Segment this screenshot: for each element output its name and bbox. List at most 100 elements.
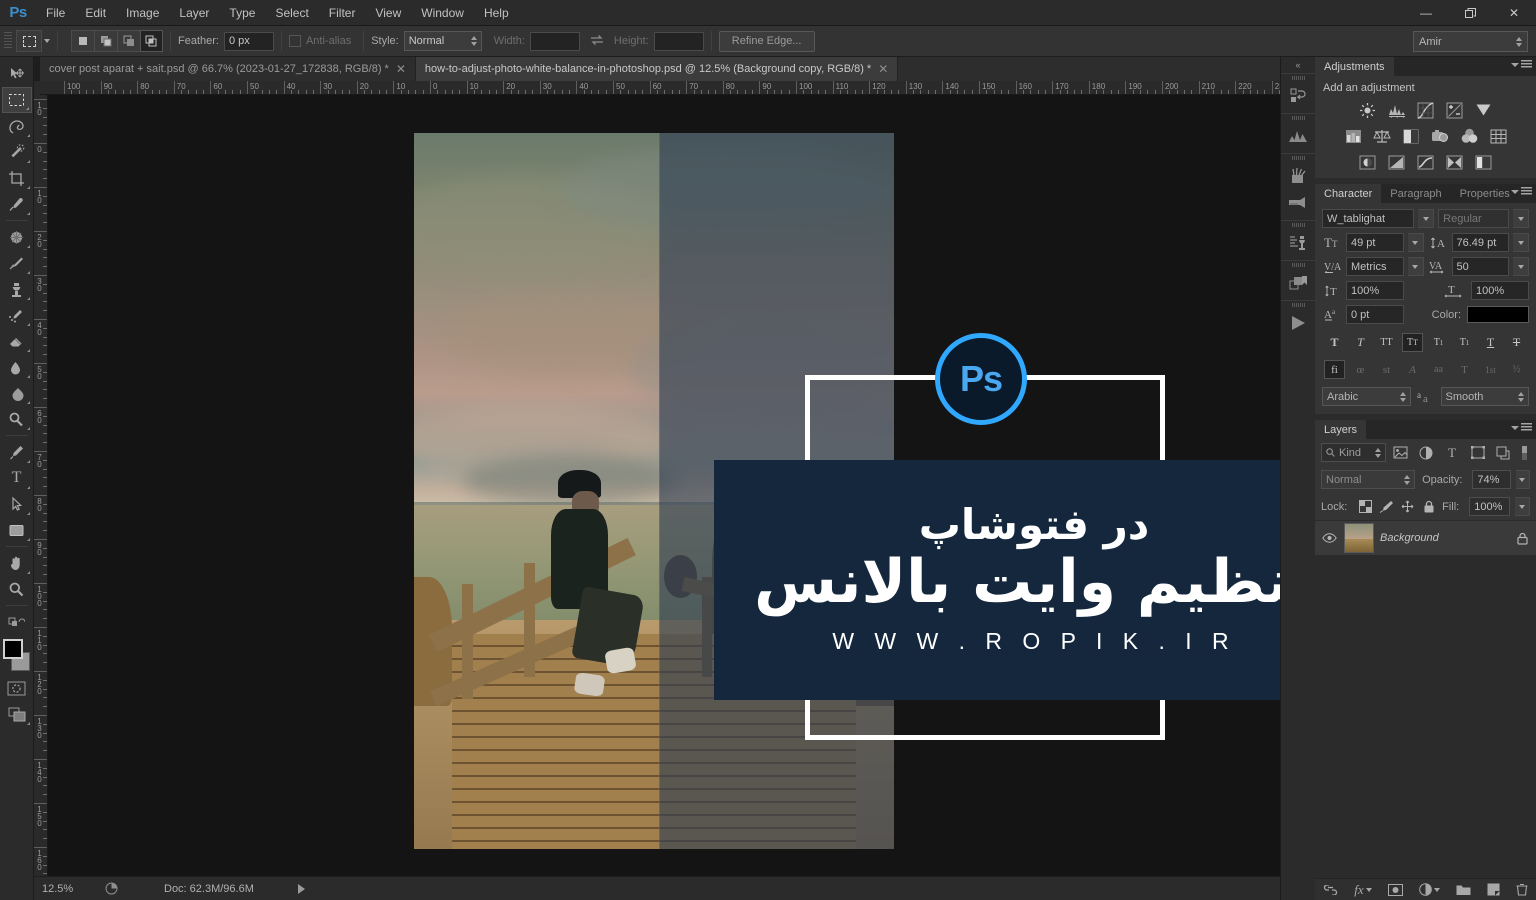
dock-grip-icon[interactable] [1291, 303, 1305, 307]
faux-bold-button[interactable]: T [1324, 333, 1345, 352]
clone-stamp-tool[interactable] [2, 276, 32, 302]
all-caps-button[interactable]: TT [1376, 333, 1397, 352]
gradient-tool[interactable] [2, 354, 32, 380]
adjustments-panel-menu-button[interactable] [1511, 60, 1532, 69]
leading-input[interactable]: 76.49 pt [1451, 233, 1509, 252]
dock-grip-icon[interactable] [1291, 156, 1305, 160]
blur-tool[interactable] [2, 380, 32, 406]
opacity-chevron-icon[interactable] [1515, 470, 1530, 489]
tracking-chevron-icon[interactable] [1513, 257, 1529, 276]
zoom-level[interactable]: 12.5% [42, 883, 98, 895]
horizontal-ruler[interactable]: 100 90 80 70 60 50 40 30 20 10 0 10 20 30 40 50 60 70 80 90… [40, 81, 1280, 95]
layer-row-background[interactable]: Background [1315, 520, 1536, 556]
new-layer-icon[interactable] [1487, 883, 1500, 896]
swap-dimensions-icon[interactable] [590, 34, 604, 49]
toggle-filter-icon[interactable] [1518, 443, 1530, 462]
tool-preset-picker[interactable] [16, 30, 42, 52]
tab-adjustments[interactable]: Adjustments [1315, 57, 1394, 76]
underline-button[interactable]: T [1480, 333, 1501, 352]
tab-paragraph[interactable]: Paragraph [1381, 184, 1451, 203]
options-bar-grip-icon[interactable] [4, 32, 12, 50]
anti-alias-checkbox[interactable] [288, 35, 301, 47]
add-layer-mask-icon[interactable] [1387, 883, 1403, 896]
standard-ligatures-button[interactable]: fi [1324, 360, 1345, 379]
tab-layers[interactable]: Layers [1315, 420, 1367, 439]
document-tab-1[interactable]: cover post aparat + sait.psd @ 66.7% (20… [40, 57, 416, 81]
spot-healing-brush-tool[interactable] [2, 224, 32, 250]
gradient-map-icon[interactable] [1474, 153, 1493, 171]
brush-tool[interactable] [2, 250, 32, 276]
new-selection-button[interactable] [71, 30, 94, 52]
zoom-tool[interactable] [2, 576, 32, 602]
clone-source-icon[interactable] [1283, 229, 1314, 256]
layers-panel-menu-button[interactable] [1511, 423, 1532, 432]
collapse-panels-button[interactable]: « [1281, 57, 1316, 73]
menu-layer[interactable]: Layer [169, 0, 219, 26]
oldstyle-button[interactable]: aa [1428, 360, 1449, 379]
menu-filter[interactable]: Filter [319, 0, 366, 26]
posterize-icon[interactable] [1387, 153, 1406, 171]
adjustment-layer-icon[interactable] [1416, 443, 1437, 462]
character-panel-menu-button[interactable] [1511, 187, 1532, 196]
eraser-tool[interactable] [2, 328, 32, 354]
move-tool[interactable] [2, 61, 32, 87]
contextual-alternates-button[interactable]: œ [1350, 360, 1371, 379]
color-lookup-icon[interactable] [1489, 127, 1508, 145]
feather-input[interactable]: 0 px [223, 31, 274, 51]
lock-image-pixels-icon[interactable] [1379, 498, 1395, 515]
layer-comps-icon[interactable] [1283, 269, 1314, 296]
delete-layer-icon[interactable] [1516, 883, 1528, 896]
type-layer-icon[interactable]: T [1442, 443, 1463, 462]
dock-grip-icon[interactable] [1291, 116, 1305, 120]
dodge-tool[interactable] [2, 406, 32, 432]
threshold-icon[interactable] [1416, 153, 1435, 171]
ordinals-button[interactable]: 1st [1480, 360, 1501, 379]
layer-filter-kind-select[interactable]: Kind [1321, 443, 1386, 462]
channel-mixer-icon[interactable] [1460, 127, 1479, 145]
dock-grip-icon[interactable] [1291, 263, 1305, 267]
levels-icon[interactable] [1387, 101, 1406, 119]
menu-type[interactable]: Type [219, 0, 265, 26]
width-input[interactable] [529, 31, 580, 51]
refine-edge-button[interactable]: Refine Edge... [718, 30, 815, 52]
vibrance-icon[interactable] [1474, 101, 1493, 119]
status-menu-arrow-icon[interactable] [297, 883, 305, 894]
lock-transparent-pixels-icon[interactable] [1357, 498, 1373, 515]
menu-file[interactable]: File [36, 0, 75, 26]
history-icon[interactable] [1283, 82, 1314, 109]
hue-saturation-icon[interactable] [1344, 127, 1363, 145]
histogram-icon[interactable] [1283, 122, 1314, 149]
tracking-input[interactable]: 50 [1451, 257, 1509, 276]
link-layers-icon[interactable] [1323, 884, 1338, 895]
rectangle-tool[interactable] [2, 517, 32, 543]
photo-filter-icon[interactable] [1431, 127, 1450, 145]
font-size-input[interactable]: 49 pt [1346, 233, 1404, 252]
document-tab-1-close-icon[interactable]: ✕ [396, 63, 406, 75]
swash-button[interactable]: A [1402, 360, 1423, 379]
vertical-ruler[interactable]: 10 0 10 20 30 40 50 60 70 80 90 100 110 120 130 140 150 1… [34, 95, 48, 876]
font-size-chevron-icon[interactable] [1407, 233, 1424, 252]
new-adjustment-layer-icon[interactable] [1418, 883, 1440, 896]
font-family-input[interactable]: W_tablighat [1322, 209, 1415, 228]
height-input[interactable] [653, 31, 704, 51]
leading-chevron-icon[interactable] [1513, 233, 1529, 252]
invert-icon[interactable] [1358, 153, 1377, 171]
kerning-input[interactable]: Metrics [1346, 257, 1404, 276]
kerning-chevron-icon[interactable] [1407, 257, 1424, 276]
menu-select[interactable]: Select [265, 0, 318, 26]
color-balance-icon[interactable] [1373, 127, 1392, 145]
text-color-swatch[interactable] [1467, 306, 1529, 323]
style-select[interactable]: Normal [403, 31, 482, 51]
menu-help[interactable]: Help [474, 0, 519, 26]
superscript-button[interactable]: T1 [1428, 333, 1449, 352]
crop-tool[interactable] [2, 165, 32, 191]
curves-icon[interactable] [1416, 101, 1435, 119]
history-brush-tool[interactable] [2, 302, 32, 328]
menu-image[interactable]: Image [116, 0, 169, 26]
black-white-icon[interactable] [1402, 127, 1421, 145]
minimize-button[interactable]: — [1404, 0, 1448, 26]
menu-window[interactable]: Window [411, 0, 474, 26]
foreground-color-swatch[interactable] [2, 639, 23, 659]
exposure-icon[interactable] [1445, 101, 1464, 119]
tool-presets-icon[interactable] [1283, 189, 1314, 216]
